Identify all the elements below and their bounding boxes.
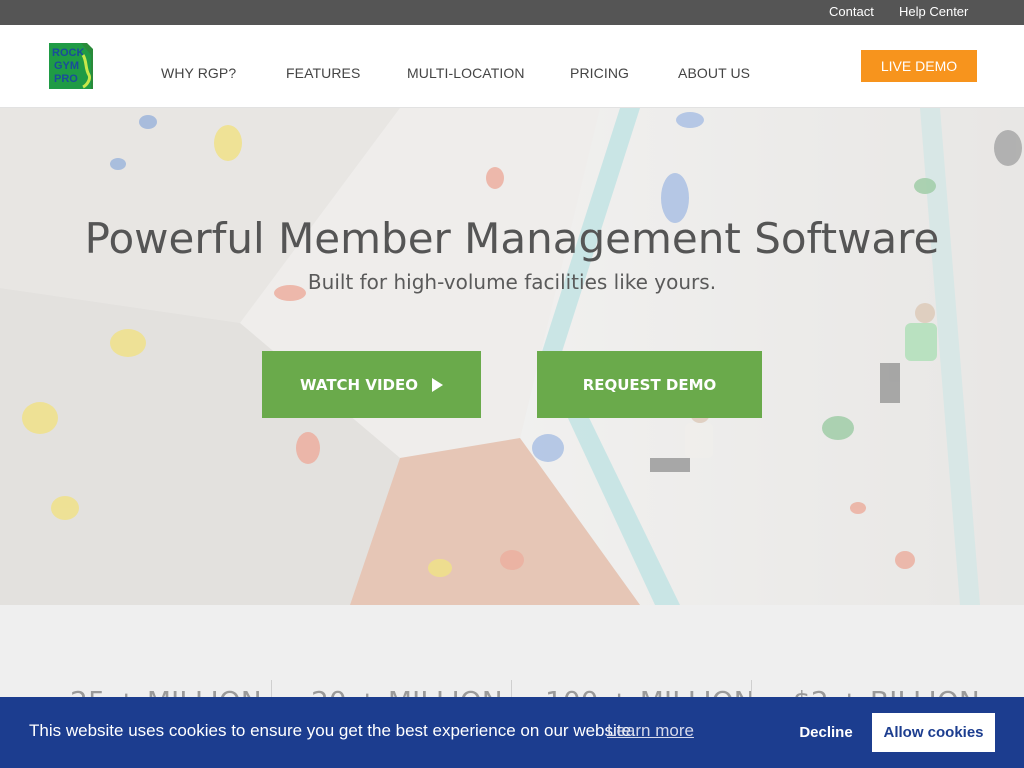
climbing-wall-image [0, 108, 1024, 605]
request-demo-button[interactable]: REQUEST DEMO [537, 351, 762, 418]
nav-about-us[interactable]: ABOUT US [678, 65, 750, 81]
cookie-message: This website uses cookies to ensure you … [29, 721, 636, 740]
live-demo-button[interactable]: LIVE DEMO [861, 50, 977, 82]
learn-more-link[interactable]: Learn more [607, 721, 694, 741]
nav-pricing[interactable]: PRICING [570, 65, 629, 81]
request-demo-label: REQUEST DEMO [582, 375, 717, 394]
nav-features[interactable]: FEATURES [286, 65, 360, 81]
hero-title: Powerful Member Management Software [84, 214, 940, 263]
play-icon [431, 377, 443, 392]
hero-section: Powerful Member Management Software Buil… [0, 108, 1024, 605]
watch-video-button[interactable]: WATCH VIDEO [262, 351, 481, 418]
rock-gym-pro-logo[interactable]: ROCK GYM PRO [47, 41, 95, 91]
utility-bar: Contact Help Center [0, 0, 1024, 25]
site-header: ROCK GYM PRO WHY RGP? FEATURES MULTI-LOC… [0, 25, 1024, 108]
watch-video-label: WATCH VIDEO [300, 375, 418, 394]
nav-multi-location[interactable]: MULTI-LOCATION [407, 65, 525, 81]
svg-text:GYM: GYM [54, 60, 79, 72]
hero-subtitle: Built for high-volume facilities like yo… [307, 270, 717, 294]
allow-cookies-button[interactable]: Allow cookies [872, 713, 995, 752]
contact-link[interactable]: Contact [829, 4, 874, 19]
svg-text:ROCK: ROCK [52, 47, 84, 59]
nav-why-rgp[interactable]: WHY RGP? [161, 65, 236, 81]
decline-cookies-button[interactable]: Decline [787, 713, 865, 752]
svg-text:PRO: PRO [54, 73, 78, 85]
cookie-banner: This website uses cookies to ensure you … [0, 697, 1024, 768]
help-center-link[interactable]: Help Center [899, 4, 968, 19]
